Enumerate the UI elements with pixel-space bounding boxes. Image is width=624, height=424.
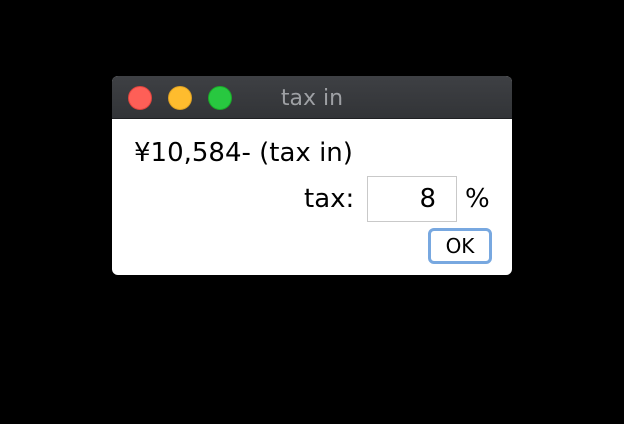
price-display: ¥10,584- (tax in) — [134, 138, 353, 168]
percent-label: % — [465, 184, 490, 214]
tax-rate-input[interactable] — [367, 176, 457, 222]
tax-dialog-window: tax in ¥10,584- (tax in) tax: % OK — [112, 76, 512, 275]
title-bar[interactable]: tax in — [112, 76, 512, 119]
window-title: tax in — [280, 86, 344, 111]
ok-button[interactable]: OK — [428, 228, 492, 264]
tax-label: tax: — [304, 184, 355, 214]
